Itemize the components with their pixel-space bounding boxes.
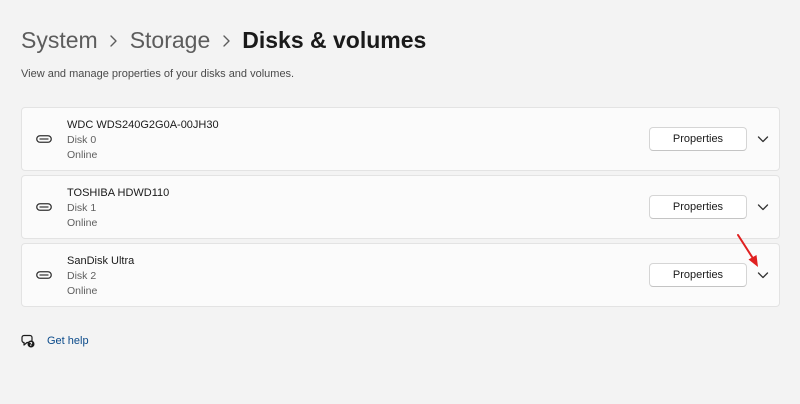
breadcrumb-storage[interactable]: Storage [130, 26, 211, 54]
chevron-down-icon[interactable] [756, 200, 770, 214]
hard-drive-icon [36, 271, 52, 279]
disk-number: Disk 2 [67, 270, 97, 282]
chevron-right-icon [98, 26, 130, 54]
page-description: View and manage properties of your disks… [21, 68, 295, 80]
page-title: Disks & volumes [242, 27, 427, 53]
disk-status: Online [67, 217, 98, 229]
chevron-right-icon [210, 26, 242, 54]
disk-card[interactable]: SanDisk Ultra Disk 2 Online Properties [21, 243, 780, 307]
get-help[interactable]: ? Get help [21, 334, 89, 348]
chevron-down-icon[interactable] [756, 132, 770, 146]
disk-number: Disk 0 [67, 134, 97, 146]
breadcrumb: System Storage Disks & volumes [21, 26, 426, 54]
disk-name: WDC WDS240G2G0A-00JH30 [67, 119, 219, 131]
disk-info: TOSHIBA HDWD110 Disk 1 Online [67, 186, 169, 231]
chevron-down-icon[interactable] [756, 268, 770, 282]
properties-button[interactable]: Properties [649, 263, 747, 287]
disk-status: Online [67, 285, 98, 297]
disk-name: TOSHIBA HDWD110 [67, 187, 170, 199]
svg-text:?: ? [29, 342, 32, 348]
breadcrumb-system[interactable]: System [21, 26, 98, 54]
disk-card[interactable]: WDC WDS240G2G0A-00JH30 Disk 0 Online Pro… [21, 107, 780, 171]
get-help-link[interactable]: Get help [47, 335, 89, 347]
properties-button[interactable]: Properties [649, 195, 747, 219]
settings-page: System Storage Disks & volumes View and … [0, 0, 800, 404]
help-chat-icon: ? [21, 334, 35, 348]
hard-drive-icon [36, 203, 52, 211]
properties-button[interactable]: Properties [649, 127, 747, 151]
disk-name: SanDisk Ultra [67, 255, 135, 267]
disk-status: Online [67, 149, 98, 161]
disk-info: WDC WDS240G2G0A-00JH30 Disk 0 Online [67, 118, 219, 163]
disk-card[interactable]: TOSHIBA HDWD110 Disk 1 Online Properties [21, 175, 780, 239]
disk-info: SanDisk Ultra Disk 2 Online [67, 254, 134, 299]
disk-number: Disk 1 [67, 202, 97, 214]
hard-drive-icon [36, 135, 52, 143]
